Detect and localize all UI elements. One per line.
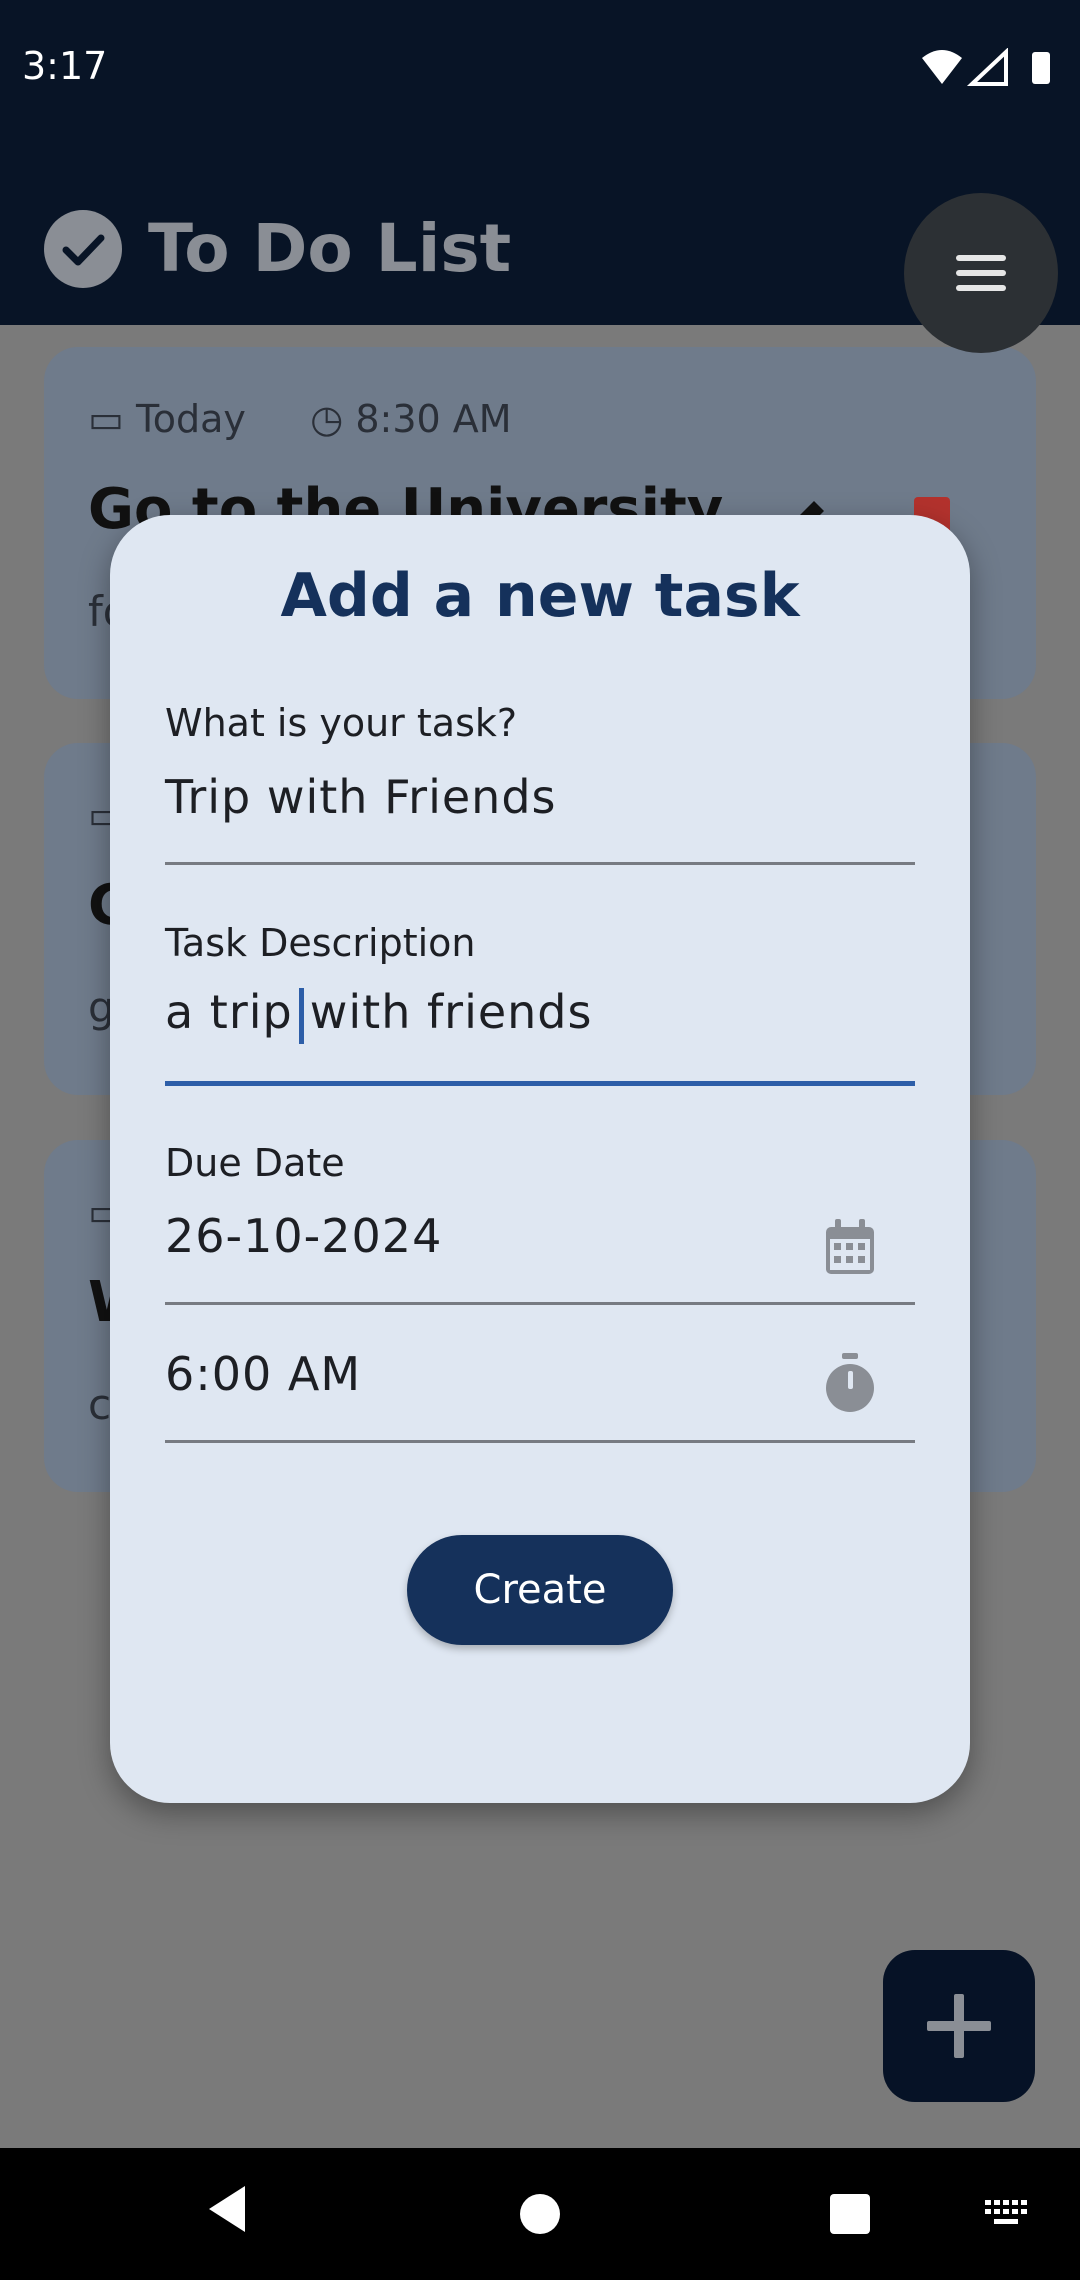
status-time: 3:17 (22, 44, 108, 88)
card-time: 8:30 AM (355, 397, 512, 441)
task-label: What is your task? (165, 701, 518, 745)
navigation-bar (0, 2148, 1080, 2280)
add-task-dialog: Add a new task What is your task? Trip w… (110, 515, 970, 1803)
description-underline (165, 1081, 915, 1086)
calendar-icon: ▭ (88, 397, 124, 441)
card-description: c (88, 1380, 112, 1429)
signal-icon (966, 48, 1008, 86)
stopwatch-icon[interactable] (823, 1353, 877, 1413)
due-date-label: Due Date (165, 1141, 345, 1185)
dialog-title: Add a new task (280, 561, 800, 631)
time-input[interactable]: 6:00 AM (165, 1347, 361, 1401)
status-icons (922, 48, 1050, 86)
card-date: Today (136, 397, 246, 441)
description-text-after: with friends (309, 985, 593, 1039)
text-caret (298, 987, 304, 1044)
menu-button[interactable] (904, 193, 1058, 353)
description-text-before: a trip (165, 985, 293, 1039)
task-underline (165, 862, 915, 865)
create-button[interactable]: Create (407, 1535, 673, 1645)
time-underline (165, 1440, 915, 1443)
due-date-underline (165, 1302, 915, 1305)
home-icon[interactable] (520, 2194, 560, 2234)
due-date-input[interactable]: 26-10-2024 (165, 1209, 442, 1263)
wifi-icon (922, 50, 962, 84)
status-bar: 3:17 (0, 0, 1080, 135)
clock-icon: ◷ (310, 397, 344, 441)
task-input[interactable]: Trip with Friends (165, 770, 557, 824)
app-title: To Do List (148, 210, 512, 287)
description-input[interactable]: a trip with friends (165, 985, 592, 1044)
check-circle-icon (44, 210, 122, 288)
card-meta: ▭ Today ◷ 8:30 AM (88, 397, 512, 441)
add-task-button[interactable] (883, 1950, 1035, 2102)
recents-icon[interactable] (830, 2194, 870, 2234)
description-label: Task Description (165, 921, 476, 965)
calendar-icon[interactable] (823, 1217, 877, 1277)
keyboard-icon[interactable] (985, 2200, 1029, 2228)
back-icon[interactable] (207, 2184, 247, 2234)
battery-icon (1032, 52, 1050, 84)
